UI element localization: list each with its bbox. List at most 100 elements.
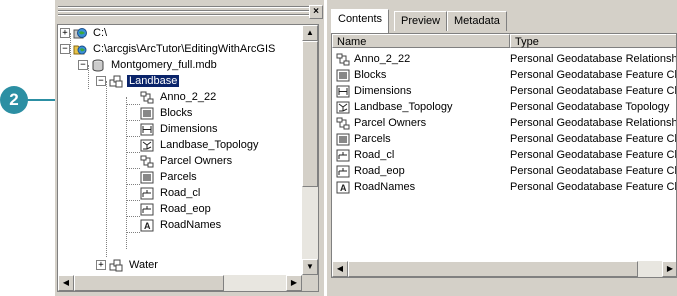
collapse-toggle[interactable]: − [78,60,88,70]
item-name: Parcel Owners [354,117,427,129]
scroll-thumb[interactable] [348,261,638,277]
tree-node-label[interactable]: Road_eop [158,203,213,215]
catalog-tree[interactable]: + C:\ − C:\arcgis\ArcTutor\EditingWithAr… [57,24,319,292]
scroll-up-button[interactable]: ▲ [302,25,318,41]
scroll-thumb[interactable] [302,41,318,187]
item-name: RoadNames [354,181,416,193]
list-horizontal-scrollbar[interactable]: ◀ ▶ [332,261,676,277]
list-item[interactable]: A RoadNames Personal Geodatabase Feature … [332,179,676,195]
list-item[interactable]: Blocks Personal Geodatabase Feature Clas… [332,67,676,83]
tree-node-road-cl[interactable]: Road_cl [140,185,202,201]
svg-text:A: A [144,221,151,231]
tree-horizontal-scrollbar[interactable]: ◀ ▶ [58,275,302,291]
scroll-thumb[interactable] [74,275,224,291]
tree-node-label[interactable]: Parcels [158,171,199,183]
tree-node-label[interactable]: RoadNames [158,219,223,231]
expand-toggle[interactable]: + [60,28,70,38]
feature-dataset-icon [109,75,123,88]
tree-node-label[interactable]: C:\ [91,27,109,39]
tree-node-blocks[interactable]: Blocks [140,105,194,121]
tree-node-road-eop[interactable]: Road_eop [140,201,213,217]
annotation-feature-class-icon: A [336,181,350,194]
tree-vertical-scrollbar[interactable]: ▲ ▼ [302,25,318,275]
list-item[interactable]: Road_eop Personal Geodatabase Feature Cl… [332,163,677,179]
tree-node-label[interactable]: Anno_2_22 [158,91,218,103]
item-name: Blocks [354,69,387,81]
polygon-feature-class-icon [140,171,154,184]
catalog-tree-pane: × + C:\ − C:\arcgis\ArcTutor\EditingWith… [55,0,324,296]
relationship-class-icon [140,155,154,168]
folder-globe-icon [73,43,87,56]
tree-node-label[interactable]: Parcel Owners [158,155,234,167]
list-item[interactable]: Anno_2_22 Personal Geodatabase Relations… [332,51,677,67]
item-type: Personal Geodatabase Relationship Class [510,53,677,65]
tree-node-roadnames[interactable]: A RoadNames [140,217,223,233]
scroll-left-button[interactable]: ◀ [58,275,74,291]
item-name: Dimensions [354,85,412,97]
item-name: Road_eop [354,165,405,177]
tree-connector [126,216,140,218]
close-pane-button[interactable]: × [309,5,323,19]
expand-toggle[interactable]: + [96,260,106,270]
tree-node-label[interactable]: Dimensions [158,123,219,135]
list-item[interactable]: Parcels Personal Geodatabase Feature Cla… [332,131,677,147]
dimension-feature-class-icon [336,85,350,98]
tree-node-landbase[interactable]: − Landbase [96,73,180,89]
scroll-right-button[interactable]: ▶ [286,275,302,291]
tree-node-parcels[interactable]: Parcels [140,169,199,185]
tree-connector [106,81,108,257]
topology-icon [140,139,154,152]
collapse-toggle[interactable]: − [96,76,106,86]
contents-pane: Contents Preview Metadata Name Type Anno… [327,0,677,296]
tree-connector [126,136,140,138]
column-header-type[interactable]: Type [510,34,676,48]
tree-node-anno-2-22[interactable]: Anno_2_22 [140,89,218,105]
tab-metadata[interactable]: Metadata [447,11,507,31]
tree-node-label[interactable]: C:\arcgis\ArcTutor\EditingWithArcGIS [91,43,277,55]
contents-list[interactable]: Name Type Anno_2_22 Personal Geodatabase… [331,33,677,278]
polygon-feature-class-icon [336,133,350,146]
tree-node-label-selected[interactable]: Landbase [127,75,180,87]
tree-node-label[interactable]: Landbase_Topology [158,139,260,151]
item-type: Personal Geodatabase Feature Class [510,149,677,161]
relationship-class-icon [336,117,350,130]
scroll-left-button[interactable]: ◀ [332,261,348,277]
collapse-toggle[interactable]: − [60,44,70,54]
item-name: Anno_2_22 [354,53,411,65]
line-feature-class-icon [336,165,350,178]
tree-pane-titlebar[interactable]: × [55,0,324,24]
item-type: Personal Geodatabase Feature Class [510,133,677,145]
list-item[interactable]: Road_cl Personal Geodatabase Feature Cla… [332,147,677,163]
list-item[interactable]: Parcel Owners Personal Geodatabase Relat… [332,115,676,131]
tree-node-c-drive[interactable]: + C:\ [60,25,109,41]
dimension-feature-class-icon [140,123,154,136]
line-feature-class-icon [140,187,154,200]
tree-node-dimensions[interactable]: Dimensions [140,121,219,137]
tab-contents[interactable]: Contents [331,9,390,33]
scroll-down-button[interactable]: ▼ [302,259,318,275]
tree-connector [126,168,140,170]
tree-node-folder[interactable]: − C:\arcgis\ArcTutor\EditingWithArcGIS [60,41,277,57]
tree-node-label[interactable]: Montgomery_full.mdb [109,59,219,71]
item-type: Personal Geodatabase Feature Class [510,165,677,177]
drag-grip[interactable] [58,6,309,16]
tab-preview[interactable]: Preview [394,11,448,31]
scroll-right-button[interactable]: ▶ [662,261,676,277]
tree-node-label[interactable]: Water [127,259,160,271]
item-type: Personal Geodatabase Feature Class [510,85,677,97]
svg-text:A: A [340,183,347,193]
tree-node-water[interactable]: + Water [96,257,160,273]
tree-node-parcel-owners[interactable]: Parcel Owners [140,153,234,169]
tree-node-geodatabase[interactable]: − Montgomery_full.mdb [78,57,219,73]
polygon-feature-class-icon [140,107,154,120]
tree-node-landbase-topology[interactable]: Landbase_Topology [140,137,260,153]
line-feature-class-icon [140,203,154,216]
list-item[interactable]: Landbase_Topology Personal Geodatabase T… [332,99,676,115]
tree-node-label[interactable]: Blocks [158,107,194,119]
tree-connector [126,104,140,106]
list-item[interactable]: Dimensions Personal Geodatabase Feature … [332,83,677,99]
tree-node-label[interactable]: Road_cl [158,187,202,199]
database-icon [91,59,105,72]
relationship-class-icon [140,91,154,104]
column-header-name[interactable]: Name [332,34,510,48]
